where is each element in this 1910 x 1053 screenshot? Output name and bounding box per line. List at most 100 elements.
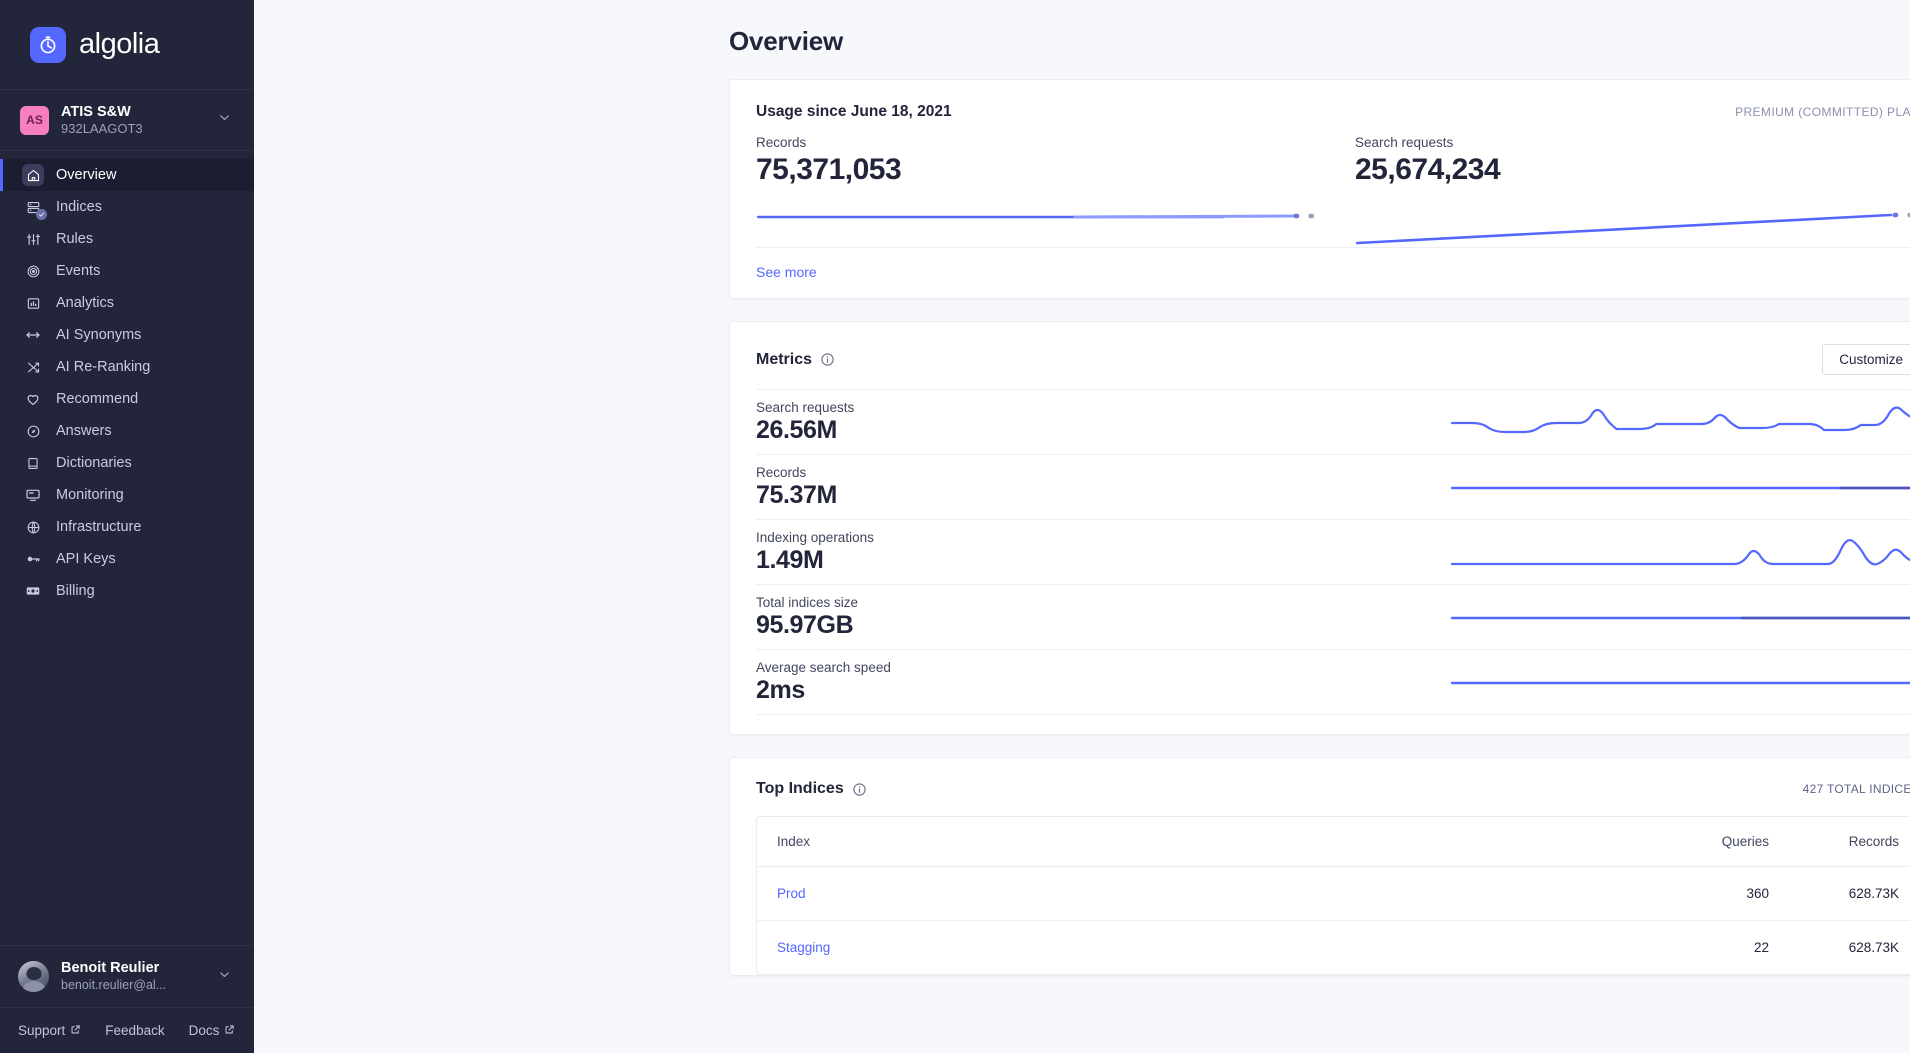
main-content: Overview Usage since June 18, 2021 PREMI… bbox=[254, 0, 1910, 1053]
top-indices-table-wrapper: Index Queries Records Prod 360 bbox=[756, 816, 1910, 975]
account-avatar: AS bbox=[20, 106, 49, 135]
user-email: benoit.reulier@al... bbox=[61, 977, 205, 993]
see-more-link[interactable]: See more bbox=[730, 248, 843, 298]
sidebar-item-recommend[interactable]: Recommend bbox=[0, 383, 254, 415]
sidebar-footer-links: Support Feedback Docs bbox=[0, 1007, 254, 1053]
account-name: ATIS S&W bbox=[61, 103, 205, 121]
usage-stat-records: Records 75,371,053 bbox=[756, 135, 1321, 247]
external-link-icon bbox=[70, 1023, 81, 1038]
table-header: Index Queries Records bbox=[757, 817, 1910, 867]
average-search-speed-metric-sparkline bbox=[1450, 660, 1910, 706]
sidebar-item-label: Rules bbox=[56, 231, 93, 247]
avatar bbox=[18, 961, 49, 992]
sidebar-item-ai-re-ranking[interactable]: AI Re-Ranking bbox=[0, 351, 254, 383]
sliders-icon bbox=[22, 228, 44, 250]
metric-text: Average search speed 2ms bbox=[756, 660, 1450, 706]
metric-row-indexing-operations: Indexing operations 1.49M bbox=[756, 519, 1910, 584]
usage-divider bbox=[756, 247, 1910, 248]
sidebar-item-overview[interactable]: Overview bbox=[0, 159, 254, 191]
index-name-cell[interactable]: Prod bbox=[757, 867, 1659, 921]
sidebar-item-label: Indices bbox=[56, 199, 102, 215]
sidebar-item-indices[interactable]: Indices bbox=[0, 191, 254, 223]
table-row: Stagging 22 628.73K bbox=[757, 921, 1910, 975]
home-icon bbox=[22, 164, 44, 186]
globe-icon bbox=[22, 516, 44, 538]
table-header-row: Index Queries Records bbox=[757, 817, 1910, 867]
bar-chart-icon bbox=[22, 292, 44, 314]
total-indices-size-metric-sparkline bbox=[1450, 595, 1910, 641]
chevron-down-icon bbox=[217, 110, 232, 130]
user-menu[interactable]: Benoit Reulier benoit.reulier@al... bbox=[0, 945, 254, 1007]
book-icon bbox=[22, 452, 44, 474]
search-requests-metric-sparkline bbox=[1450, 400, 1910, 446]
sidebar-item-infrastructure[interactable]: Infrastructure bbox=[0, 511, 254, 543]
sidebar-item-api-keys[interactable]: API Keys bbox=[0, 543, 254, 575]
banknote-icon bbox=[22, 580, 44, 602]
table-row: Prod 360 628.73K bbox=[757, 867, 1910, 921]
info-icon[interactable] bbox=[852, 782, 867, 797]
sidebar-item-label: Analytics bbox=[56, 295, 114, 311]
sidebar-item-label: Billing bbox=[56, 583, 95, 599]
sidebar-item-events[interactable]: Events bbox=[0, 255, 254, 287]
metric-value: 95.97GB bbox=[756, 611, 1450, 640]
customize-button[interactable]: Customize bbox=[1822, 344, 1910, 375]
sidebar-item-monitoring[interactable]: Monitoring bbox=[0, 479, 254, 511]
account-switcher[interactable]: AS ATIS S&W 932LAAGOT3 bbox=[0, 90, 254, 151]
docs-link[interactable]: Docs bbox=[189, 1023, 236, 1038]
database-icon bbox=[22, 196, 44, 218]
records-cell: 628.73K bbox=[1789, 921, 1910, 975]
usage-stat-label: Search requests bbox=[1355, 135, 1910, 150]
sidebar-item-rules[interactable]: Rules bbox=[0, 223, 254, 255]
total-indices-count: 427 TOTAL INDICES bbox=[1803, 782, 1910, 796]
brand-header[interactable]: algolia bbox=[0, 0, 254, 90]
sidebar-item-label: Overview bbox=[56, 167, 116, 183]
sidebar-item-analytics[interactable]: Analytics bbox=[0, 287, 254, 319]
index-link[interactable]: Stagging bbox=[777, 940, 830, 955]
feedback-link[interactable]: Feedback bbox=[105, 1023, 164, 1038]
external-link-icon bbox=[224, 1023, 235, 1038]
account-text: ATIS S&W 932LAAGOT3 bbox=[61, 103, 205, 137]
sidebar-item-label: AI Synonyms bbox=[56, 327, 141, 343]
index-name-cell[interactable]: Stagging bbox=[757, 921, 1659, 975]
sidebar-item-billing[interactable]: Billing bbox=[0, 575, 254, 607]
usage-stats: Records 75,371,053 Search req bbox=[730, 121, 1910, 247]
column-header-records: Records bbox=[1789, 817, 1910, 867]
page-title: Overview bbox=[729, 26, 1910, 57]
records-metric-sparkline bbox=[1450, 465, 1910, 511]
index-link[interactable]: Prod bbox=[777, 886, 806, 901]
metric-label: Records bbox=[756, 465, 1450, 480]
brand-name: algolia bbox=[79, 28, 159, 61]
metrics-header: Metrics Customize bbox=[730, 322, 1910, 389]
sidebar-item-label: Dictionaries bbox=[56, 455, 132, 471]
records-cell: 628.73K bbox=[1789, 867, 1910, 921]
support-link[interactable]: Support bbox=[18, 1023, 81, 1038]
monitor-icon bbox=[22, 484, 44, 506]
compass-icon bbox=[22, 420, 44, 442]
usage-card: Usage since June 18, 2021 PREMIUM (COMMI… bbox=[729, 79, 1910, 299]
top-indices-header: Top Indices 427 TOTAL INDICES bbox=[730, 758, 1910, 812]
docs-link-label: Docs bbox=[189, 1023, 220, 1038]
metric-row-average-search-speed: Average search speed 2ms bbox=[756, 649, 1910, 714]
queries-cell: 360 bbox=[1659, 867, 1789, 921]
user-text: Benoit Reulier benoit.reulier@al... bbox=[61, 959, 205, 993]
account-app-id: 932LAAGOT3 bbox=[61, 121, 205, 137]
sidebar-item-label: Recommend bbox=[56, 391, 138, 407]
key-icon bbox=[22, 548, 44, 570]
column-header-queries: Queries bbox=[1659, 817, 1789, 867]
usage-stat-value: 75,371,053 bbox=[756, 153, 1321, 187]
sidebar-item-label: Monitoring bbox=[56, 487, 124, 503]
metrics-title: Metrics bbox=[756, 351, 812, 369]
usage-stat-value: 25,674,234 bbox=[1355, 153, 1910, 187]
sidebar-item-answers[interactable]: Answers bbox=[0, 415, 254, 447]
sidebar-item-dictionaries[interactable]: Dictionaries bbox=[0, 447, 254, 479]
indexing-operations-metric-sparkline bbox=[1450, 530, 1910, 576]
target-icon bbox=[22, 260, 44, 282]
shuffle-icon bbox=[22, 356, 44, 378]
app-root: algolia AS ATIS S&W 932LAAGOT3 bbox=[0, 0, 1910, 1053]
info-icon[interactable] bbox=[820, 352, 835, 367]
metric-row-search-requests: Search requests 26.56M bbox=[756, 389, 1910, 454]
metric-text: Search requests 26.56M bbox=[756, 400, 1450, 446]
sidebar-item-ai-synonyms[interactable]: AI Synonyms bbox=[0, 319, 254, 351]
sidebar-item-label: Events bbox=[56, 263, 100, 279]
column-header-index: Index bbox=[757, 817, 1659, 867]
